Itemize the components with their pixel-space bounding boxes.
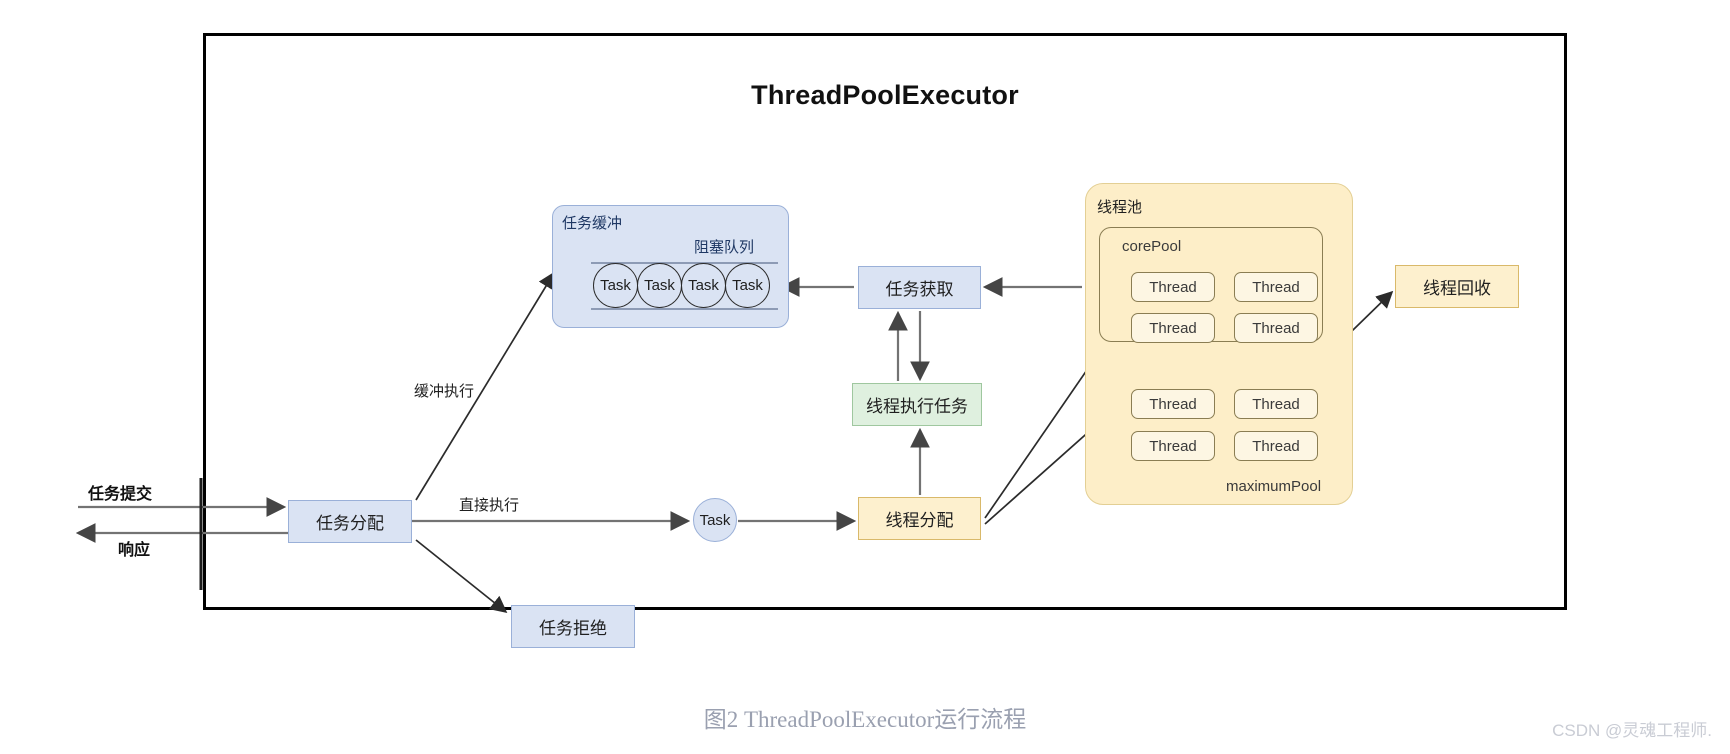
task-fetch-node: 任务获取 <box>858 266 981 309</box>
queue-task-item: Task <box>681 263 726 308</box>
core-pool-label: corePool <box>1122 238 1182 255</box>
queue-task-item: Task <box>725 263 770 308</box>
max-thread-chip: Thread <box>1234 431 1318 461</box>
core-thread-chip: Thread <box>1234 313 1318 343</box>
core-thread-chip: Thread <box>1131 313 1215 343</box>
edge-label-buffer-exec: 缓冲执行 <box>414 383 475 400</box>
edge-label-direct-exec: 直接执行 <box>459 497 520 514</box>
edge-label-task-submit: 任务提交 <box>88 486 153 503</box>
queue-task-item: Task <box>637 263 682 308</box>
task-allocation-node: 任务分配 <box>288 500 412 543</box>
edge-label-response: 响应 <box>118 542 151 559</box>
diagram-title: ThreadPoolExecutor <box>751 80 1019 110</box>
max-thread-chip: Thread <box>1131 431 1215 461</box>
thread-pool-label: 线程池 <box>1097 199 1143 216</box>
task-reject-node: 任务拒绝 <box>511 605 635 648</box>
task-buffer-label: 任务缓冲 <box>562 215 623 232</box>
max-thread-chip: Thread <box>1131 389 1215 419</box>
core-thread-chip: Thread <box>1234 272 1318 302</box>
maximum-pool-label: maximumPool <box>1226 478 1322 495</box>
thread-allocation-node: 线程分配 <box>858 497 981 540</box>
thread-execute-task-node: 线程执行任务 <box>852 383 982 426</box>
mid-task-circle: Task <box>693 498 737 542</box>
diagram-canvas: ThreadPoolExecutor 任务缓冲 阻塞队列 Task Task T… <box>0 0 1730 754</box>
core-thread-chip: Thread <box>1131 272 1215 302</box>
blocking-queue-label: 阻塞队列 <box>694 239 755 256</box>
max-thread-chip: Thread <box>1234 389 1318 419</box>
queue-rail-bottom <box>591 308 778 310</box>
csdn-watermark: CSDN @灵魂工程师. <box>1552 721 1712 740</box>
figure-caption: 图2 ThreadPoolExecutor运行流程 <box>703 707 1027 732</box>
thread-recycle-node: 线程回收 <box>1395 265 1519 308</box>
queue-task-item: Task <box>593 263 638 308</box>
